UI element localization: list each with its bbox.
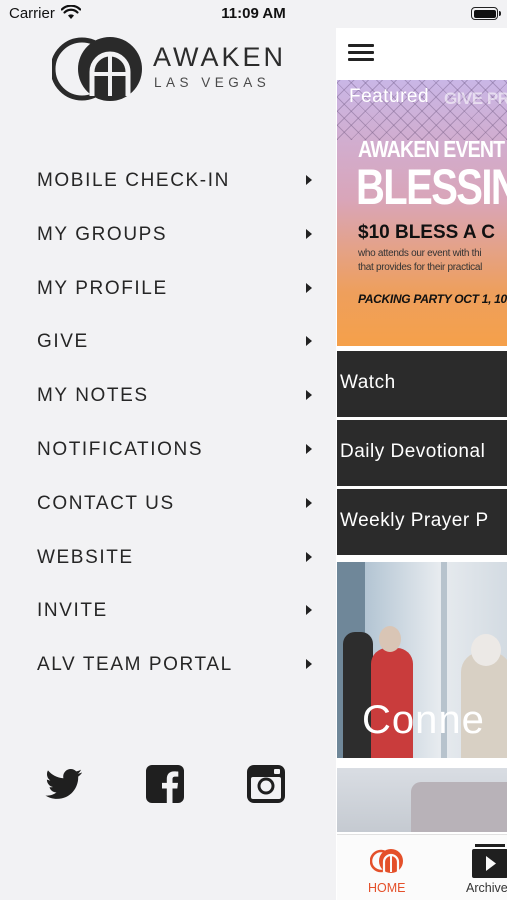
status-bar: Carrier 11:09 AM	[0, 0, 507, 28]
menu-item-label: INVITE	[37, 600, 108, 622]
content-card[interactable]	[337, 768, 507, 832]
menu-item-contact-us[interactable]: CONTACT US	[0, 477, 330, 531]
chevron-right-icon	[306, 228, 312, 239]
tile-label: Weekly Prayer P	[340, 510, 489, 531]
menu-item-give[interactable]: GIVE	[0, 315, 330, 369]
banner-bless-text: $10 BLESS A C	[358, 222, 495, 243]
tab-home-label: HOME	[368, 881, 406, 895]
archive-icon	[472, 844, 507, 878]
menu-item-my-groups[interactable]: MY GROUPS	[0, 208, 330, 262]
hamburger-icon-bar	[348, 51, 374, 54]
twitter-icon[interactable]	[44, 764, 84, 804]
drawer-menu: MOBILE CHECK-IN MY GROUPS MY PROFILE GIV…	[0, 154, 330, 692]
chevron-right-icon	[306, 443, 312, 454]
menu-item-label: WEBSITE	[37, 546, 134, 568]
awaken-logo-mark	[52, 37, 142, 101]
banner-description: who attends our event with thi that prov…	[358, 247, 482, 275]
menu-item-my-profile[interactable]: MY PROFILE	[0, 262, 330, 316]
chevron-right-icon	[306, 336, 312, 347]
menu-item-label: MY NOTES	[37, 385, 149, 407]
chevron-right-icon	[306, 390, 312, 401]
banner-packing-party: PACKING PARTY OCT 1, 10	[358, 292, 507, 306]
menu-item-website[interactable]: WEBSITE	[0, 531, 330, 585]
menu-item-label: CONTACT US	[37, 492, 175, 514]
menu-item-alv-team-portal[interactable]: ALV TEAM PORTAL	[0, 638, 330, 692]
chevron-right-icon	[306, 497, 312, 508]
menu-item-label: MY PROFILE	[37, 277, 168, 299]
featured-banner[interactable]: Featured GIVE PRA AWAKEN EVENT BLESSING …	[337, 80, 507, 346]
instagram-icon[interactable]	[246, 764, 286, 804]
chevron-right-icon	[306, 659, 312, 670]
battery-icon	[471, 7, 501, 20]
photo-person-2-head	[379, 626, 401, 652]
featured-label: Featured	[349, 86, 430, 107]
tile-label: Daily Devotional	[340, 441, 486, 462]
connect-card[interactable]: Conne	[337, 562, 507, 758]
photo-couch	[411, 782, 507, 832]
menu-item-my-notes[interactable]: MY NOTES	[0, 369, 330, 423]
chevron-right-icon	[306, 551, 312, 562]
chevron-right-icon	[306, 175, 312, 185]
banner-overlay-text: GIVE PRA	[444, 89, 507, 108]
tab-archive[interactable]: Archive	[455, 835, 507, 900]
hamburger-icon	[348, 44, 374, 47]
logo-subtitle: LAS VEGAS	[154, 75, 271, 90]
menu-item-label: MOBILE CHECK-IN	[37, 170, 230, 191]
menu-item-mobile-check-in[interactable]: MOBILE CHECK-IN	[0, 154, 330, 208]
tile-label: Watch	[340, 372, 396, 393]
tile-weekly-prayer[interactable]: Weekly Prayer P	[337, 489, 507, 555]
photo-person-3-head	[471, 634, 501, 666]
home-logo-icon	[370, 849, 403, 873]
banner-line-1: who attends our event with thi	[358, 248, 482, 259]
banner-line-2: that provides for their practical	[358, 262, 483, 273]
menu-toggle-button[interactable]	[348, 42, 374, 62]
menu-item-invite[interactable]: INVITE	[0, 584, 330, 638]
clock: 11:09 AM	[221, 5, 286, 22]
banner-headline: BLESSING	[356, 159, 507, 215]
tile-watch[interactable]: Watch	[337, 351, 507, 417]
tab-home[interactable]: HOME	[337, 835, 437, 900]
logo-title: AWAKEN	[153, 42, 287, 72]
app-logo: AWAKEN LAS VEGAS	[52, 34, 292, 106]
menu-item-label: NOTIFICATIONS	[37, 438, 204, 460]
menu-item-label: MY GROUPS	[37, 223, 168, 245]
menu-item-label: ALV TEAM PORTAL	[37, 654, 233, 676]
chevron-right-icon	[306, 605, 312, 616]
menu-item-label: GIVE	[37, 331, 89, 353]
tile-daily-devotional[interactable]: Daily Devotional	[337, 420, 507, 486]
facebook-icon[interactable]	[145, 764, 185, 804]
chevron-right-icon	[306, 282, 312, 293]
hamburger-icon-bar	[348, 58, 374, 61]
tab-bar: HOME Archive	[337, 834, 507, 900]
tab-archive-label: Archive	[466, 881, 507, 895]
menu-item-notifications[interactable]: NOTIFICATIONS	[0, 423, 330, 477]
connect-title: Conne	[362, 698, 485, 742]
